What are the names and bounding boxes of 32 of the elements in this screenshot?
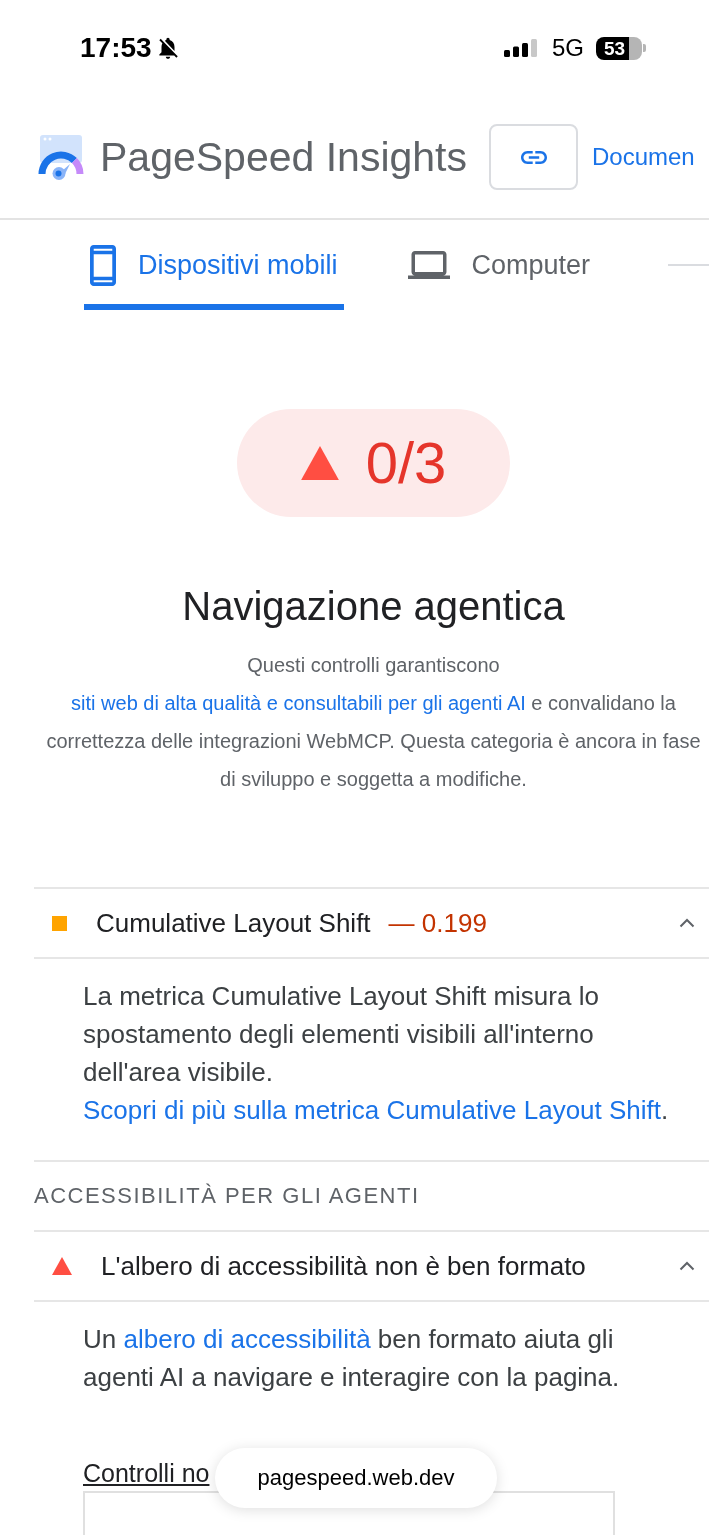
description-link[interactable]: siti web di alta qualità e consultabili per gli agenti AI — [71, 692, 526, 714]
category-title: Navigazione agentica — [181, 583, 566, 630]
audit-title: L'albero di accessibilità non è ben formato — [101, 1250, 586, 1282]
link-icon — [520, 150, 547, 164]
gauge-logo-icon — [37, 133, 85, 181]
details-heading: Controlli no — [83, 1458, 210, 1488]
score-value: 0/3 — [365, 434, 447, 492]
square-icon — [52, 915, 67, 931]
triangle-icon — [52, 1257, 72, 1275]
laptop-icon — [407, 251, 450, 279]
signal-icon — [504, 39, 538, 57]
url-pill[interactable]: pagespeed.web.dev — [215, 1448, 497, 1508]
triangle-icon — [300, 446, 339, 480]
audit-description: Un albero di accessibilità ben formato aiuta gli agenti AI a navigare e interagire con la pagina. — [83, 1323, 621, 1394]
device-tab[interactable]: Dispositivi mobili — [84, 220, 344, 310]
audit-header[interactable]: L'albero di accessibilità non è ben formato — [34, 1230, 709, 1302]
link-button[interactable] — [489, 124, 578, 190]
audit-description: La metrica Cumulative Layout Shift misura lo spostamento degli elementi visibili all'interno dell'area visibile. Scopri di più sulla metrica Cumulative Layout Shift. — [83, 980, 670, 1127]
phone-icon — [90, 244, 116, 286]
category-description: Questi controlli garantiscono siti web di alta qualità e consultabili per gli agenti AI e convalidano la correttezza delle integrazioni WebMCP. Questa categoria è ancora in fase di sviluppo e soggetta a modifiche. — [45, 653, 702, 792]
network-type: 5G — [552, 36, 584, 60]
docs-link[interactable]: Documen — [592, 145, 695, 169]
battery-indicator: 53 — [596, 36, 646, 60]
audit-header[interactable]: Cumulative Layout Shift — 0.199 — [34, 887, 709, 959]
app-title: PageSpeed Insights — [100, 136, 467, 178]
learn-more-link[interactable]: Scopri di più sulla metrica Cumulative Layout Shift — [83, 1095, 662, 1125]
audit-title: Cumulative Layout Shift — [96, 907, 371, 939]
section-heading: ACCESSIBILITÀ PER GLI AGENTI — [34, 1182, 421, 1210]
clock-time: 17:53 — [80, 34, 152, 62]
device-tab[interactable]: Computer — [401, 220, 597, 310]
audit-value: — 0.199 — [388, 907, 487, 939]
learn-more-link[interactable]: albero di accessibilità — [123, 1324, 371, 1354]
